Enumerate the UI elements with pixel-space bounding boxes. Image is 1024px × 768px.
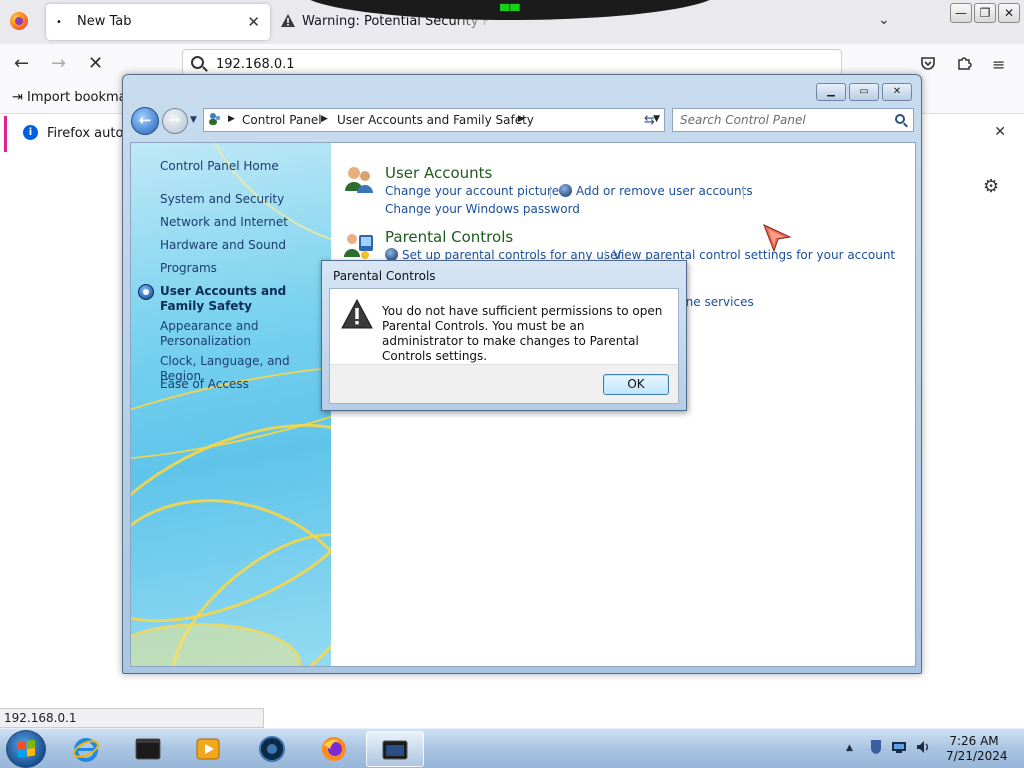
import-icon: ⇥ — [12, 90, 23, 105]
parental-controls-icon[interactable] — [343, 229, 375, 261]
breadcrumb-user-accounts[interactable]: User Accounts and Family Safety — [337, 113, 534, 127]
menu-hamburger-icon[interactable]: ≡ — [992, 55, 1005, 74]
pocket-icon[interactable] — [920, 55, 936, 75]
dialog-message: You do not have sufficient permissions t… — [382, 304, 663, 363]
user-accounts-icon[interactable] — [343, 163, 375, 195]
window-app-icon — [382, 740, 408, 760]
cp-maximize-button[interactable]: ▭ — [849, 83, 879, 101]
cp-search-input[interactable]: Search Control Panel — [672, 108, 914, 132]
dialog-title: Parental Controls — [333, 269, 436, 283]
nav-control-panel-home[interactable]: Control Panel Home — [160, 159, 279, 174]
browser-tab-strip: • New Tab ✕ Warning: Potential Security … — [0, 0, 1024, 44]
clock-time: 7:26 AM — [949, 734, 999, 748]
stop-loading-icon[interactable]: ✕ — [88, 53, 103, 74]
url-text[interactable]: 192.168.0.1 — [216, 57, 295, 72]
dialog-footer: OK — [330, 364, 678, 403]
nav-system-and-security[interactable]: System and Security — [160, 192, 284, 207]
parental-controls-dialog: Parental Controls You do not have suffic… — [321, 260, 687, 411]
search-placeholder: Search Control Panel — [680, 113, 806, 127]
admin-shield-icon — [559, 184, 572, 197]
dialog-body: You do not have sufficient permissions t… — [329, 288, 679, 404]
firefox-icon — [322, 737, 346, 761]
tab-new-tab[interactable]: • New Tab ✕ — [46, 4, 270, 40]
cp-navigation-pane: Control Panel Home System and Security N… — [131, 143, 331, 666]
warning-icon — [341, 299, 373, 329]
list-all-tabs-chevron-icon[interactable]: ⌄ — [878, 12, 890, 28]
ok-button[interactable]: OK — [603, 374, 669, 395]
tab-loading-indicator: • — [56, 17, 62, 28]
add-remove-accounts-link[interactable]: Add or remove user accounts — [559, 184, 753, 198]
nav-hardware-and-sound[interactable]: Hardware and Sound — [160, 238, 286, 253]
media-player-icon — [196, 738, 220, 760]
nav-ease-of-access[interactable]: Ease of Access — [160, 377, 249, 392]
cp-close-button[interactable]: ✕ — [882, 83, 912, 101]
user-accounts-title[interactable]: User Accounts — [385, 164, 492, 182]
app-circle-icon — [259, 736, 285, 762]
taskbar-media-player[interactable] — [180, 731, 238, 767]
change-account-picture-link[interactable]: Change your account picture — [385, 184, 559, 198]
page-settings-gear-icon[interactable]: ⚙ — [983, 176, 999, 197]
forward-arrow-icon[interactable]: → — [51, 53, 66, 74]
online-services-link[interactable]: line services — [679, 295, 754, 309]
import-bookmarks-button[interactable]: ⇥ Import bookmark — [12, 90, 140, 105]
taskbar-command-prompt[interactable] — [120, 731, 178, 767]
info-icon: i — [23, 125, 38, 140]
volume-icon[interactable] — [915, 739, 931, 755]
nav-network-and-internet[interactable]: Network and Internet — [160, 215, 288, 230]
taskbar-control-panel-active[interactable] — [366, 731, 424, 767]
link-status-bar: 192.168.0.1 — [0, 708, 264, 728]
clock-date: 7/21/2024 — [946, 749, 1008, 763]
windows-taskbar: ▲ 7:26 AM 7/21/2024 — [0, 728, 1024, 768]
cp-forward-button[interactable]: → — [162, 108, 188, 134]
taskbar-internet-explorer[interactable] — [58, 731, 116, 767]
search-icon[interactable] — [895, 114, 905, 124]
nav-user-accounts-selected[interactable]: User Accounts and Family Safety — [160, 284, 310, 314]
terminal-icon — [135, 738, 161, 760]
search-icon — [191, 56, 204, 69]
selected-nav-bullet-icon — [138, 284, 154, 300]
network-icon[interactable] — [891, 741, 907, 754]
back-arrow-icon[interactable]: ← — [14, 53, 29, 74]
action-center-flag-icon[interactable] — [869, 739, 883, 755]
taskbar-firefox[interactable] — [306, 731, 364, 767]
notch-indicator-icon: ▀▀ — [500, 4, 521, 18]
cp-address-bar[interactable]: ▶ Control Panel ▶ User Accounts and Fami… — [203, 108, 665, 132]
system-clock[interactable]: 7:26 AM 7/21/2024 — [946, 734, 1008, 764]
tab-label: New Tab — [77, 14, 132, 29]
cp-back-button[interactable]: ← — [131, 107, 159, 135]
nav-appearance[interactable]: Appearance and Personalization — [160, 319, 270, 349]
internet-explorer-icon — [72, 738, 100, 762]
taskbar-app-dark[interactable] — [244, 731, 302, 767]
cp-minimize-button[interactable]: ▁ — [816, 83, 846, 101]
show-hidden-icons-chevron[interactable]: ▲ — [846, 743, 853, 753]
warning-icon — [281, 14, 295, 27]
breadcrumb-chevron-icon[interactable]: ▶ — [321, 114, 328, 124]
recent-pages-chevron-icon[interactable]: ▼ — [190, 115, 197, 125]
breadcrumb-chevron-icon[interactable]: ▶ — [228, 114, 235, 124]
notification-close-icon[interactable]: ✕ — [994, 124, 1006, 140]
minimize-button[interactable]: — — [950, 3, 972, 23]
firefox-logo-icon[interactable] — [10, 12, 28, 30]
refresh-icon[interactable]: ⇆ — [644, 113, 655, 128]
start-button[interactable] — [6, 730, 46, 768]
parental-controls-title[interactable]: Parental Controls — [385, 228, 513, 246]
breadcrumb-chevron-icon[interactable]: ▶ — [518, 114, 525, 124]
user-accounts-small-icon — [209, 113, 221, 125]
breadcrumb-control-panel[interactable]: Control Panel — [242, 113, 322, 127]
extensions-icon[interactable] — [956, 55, 972, 75]
tab-close-icon[interactable]: ✕ — [247, 13, 260, 31]
nav-programs[interactable]: Programs — [160, 261, 217, 276]
restore-button[interactable]: ❐ — [974, 3, 996, 23]
change-password-link[interactable]: Change your Windows password — [385, 202, 580, 216]
mouse-cursor-icon — [763, 224, 792, 253]
close-button[interactable]: ✕ — [998, 3, 1020, 23]
